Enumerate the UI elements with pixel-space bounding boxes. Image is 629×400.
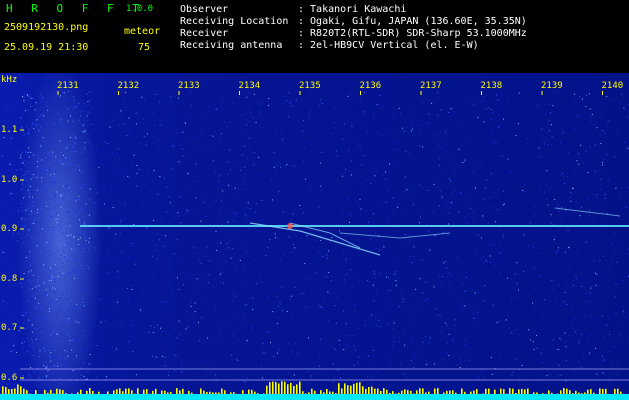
time-tick-label: 2139 — [541, 81, 563, 91]
info-value-receiver: : R820T2(RTL-SDR) SDR-Sharp 53.1000MHz — [298, 28, 527, 39]
time-tick-label: 2134 — [238, 81, 261, 91]
datetime: 25.09.19 21:30 — [4, 42, 89, 53]
noise-floor-bar — [0, 394, 629, 400]
app-version: 1.0.0 — [126, 4, 154, 14]
counter-value: 75 — [138, 42, 151, 53]
freq-tick-label: 0.9 — [1, 224, 18, 234]
time-tick-label: 2138 — [480, 81, 503, 91]
time-tick-label: 2132 — [117, 81, 140, 91]
meteor-echo-head — [287, 223, 293, 229]
time-tick-label: 2140 — [601, 81, 624, 91]
meteor-echo-trail — [339, 232, 451, 239]
freq-tick-label: 0.8 — [1, 274, 18, 284]
time-tick-label: 2137 — [420, 81, 442, 91]
time-tick-label: 2133 — [178, 81, 200, 91]
time-tick-label: 2135 — [299, 81, 321, 91]
noise-speckle — [0, 91, 629, 382]
spectrogram: kHz 2131 2132 2133 2134 2135 2136 2137 2138 2139… — [0, 73, 629, 400]
freq-tick-label: 1.0 — [1, 175, 18, 185]
filename: 2509192130.png — [4, 22, 89, 33]
info-label-receiver: Receiver — [180, 28, 229, 39]
info-label-observer: Observer — [180, 4, 229, 15]
freq-tick-label: 0.6 — [1, 373, 18, 383]
freq-tick-label: 1.1 — [1, 125, 18, 135]
info-label-antenna: Receiving antenna — [180, 40, 283, 51]
info-label-location: Receiving Location — [180, 16, 289, 27]
time-tick-label: 2136 — [359, 81, 382, 91]
app-name: H R O F F T — [6, 2, 145, 15]
counter-label: meteor — [124, 26, 161, 37]
y-axis-unit: kHz — [1, 75, 18, 85]
spectrogram-plot — [0, 91, 629, 400]
info-value-location: : Ogaki, Gifu, JAPAN (136.60E, 35.35N) — [298, 16, 527, 27]
freq-tick-label: 0.7 — [1, 323, 18, 333]
time-tick-label: 2131 — [57, 81, 79, 91]
info-value-antenna: : 2el-HB9CV Vertical (el. E-W) — [298, 40, 479, 51]
header: H R O F F T 1.0.0 2509192130.png 25.09.1… — [0, 0, 629, 73]
meteor-echo-trail — [554, 207, 621, 217]
info-value-observer: : Takanori Kawachi — [298, 4, 407, 15]
